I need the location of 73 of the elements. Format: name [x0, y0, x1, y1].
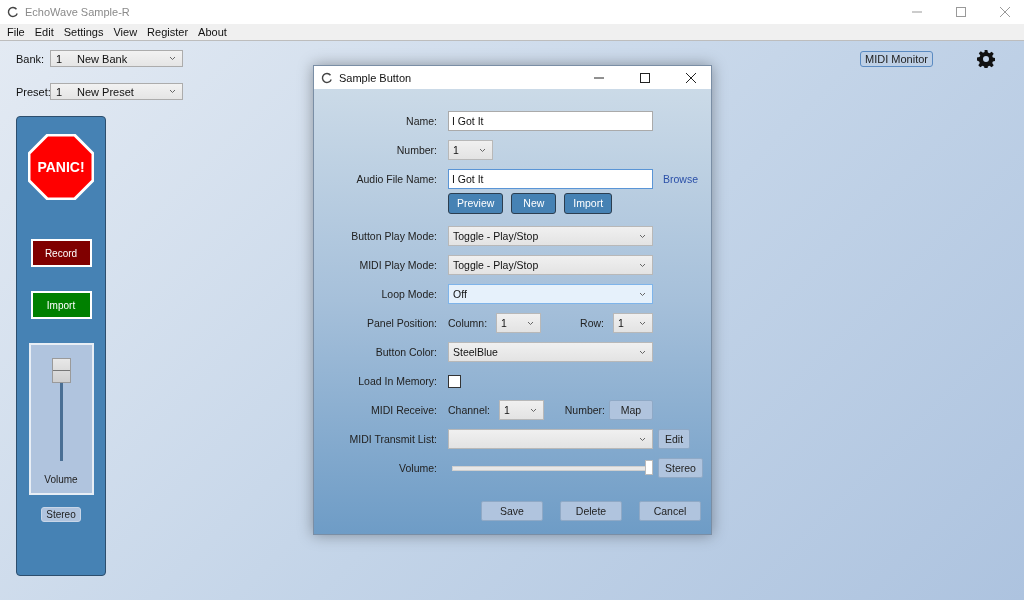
edit-button[interactable]: Edit: [658, 429, 691, 449]
panic-button[interactable]: PANIC!: [28, 134, 94, 200]
field-label: Volume:: [398, 462, 437, 474]
action-button[interactable]: Import: [564, 192, 613, 214]
map-button[interactable]: Map: [609, 400, 653, 420]
field-label: Button Play Mode:: [350, 230, 437, 242]
menu-item[interactable]: Register: [142, 26, 194, 38]
chevron-down-icon: [479, 147, 486, 153]
menu-item[interactable]: Settings: [58, 26, 109, 38]
field-label: MIDI Transmit List:: [348, 433, 437, 445]
action-button[interactable]: Preview: [448, 192, 504, 214]
dropdown[interactable]: 1 New Bank: [50, 50, 183, 67]
menu-item[interactable]: View: [108, 26, 143, 38]
field-label: Name:: [405, 115, 437, 127]
chevron-down-icon: [639, 320, 646, 326]
field-label: Button Color:: [374, 346, 437, 358]
midi-monitor-button[interactable]: MIDI Monitor: [860, 51, 933, 67]
stereo-button[interactable]: Stereo: [658, 458, 703, 478]
window-title: EchoWave Sample-R: [25, 6, 131, 18]
volume-slider[interactable]: [51, 358, 71, 461]
dropdown[interactable]: Toggle - Play/Stop: [448, 226, 653, 246]
chevron-down-icon: [639, 233, 646, 239]
dropdown[interactable]: SteelBlue: [448, 342, 653, 362]
action-button[interactable]: New: [511, 192, 557, 214]
settings-icon[interactable]: [977, 50, 995, 68]
menu-item[interactable]: About: [193, 26, 232, 38]
chevron-down-icon: [639, 436, 646, 442]
field-label: Row:: [580, 317, 604, 329]
field-label: Load In Memory:: [357, 375, 437, 387]
dropdown[interactable]: 1 New Preset: [50, 83, 183, 100]
dropdown[interactable]: 1: [613, 313, 653, 333]
dialog-button[interactable]: Save: [481, 501, 543, 521]
slider-thumb[interactable]: [645, 460, 653, 475]
field-label: Number:: [564, 404, 605, 416]
field-label: MIDI Play Mode:: [358, 259, 437, 271]
field-label: MIDI Receive:: [370, 404, 437, 416]
panel-button[interactable]: Record: [30, 239, 92, 267]
chevron-down-icon: [169, 89, 176, 94]
maximize-icon[interactable]: [640, 72, 650, 83]
slider-label: Volume: [44, 474, 78, 485]
menu-item[interactable]: Edit: [29, 26, 59, 38]
chevron-down-icon: [169, 56, 176, 61]
text-field[interactable]: I Got It: [448, 111, 653, 131]
field-label: Audio File Name:: [355, 173, 437, 185]
dialog-title: Sample Button: [339, 71, 413, 84]
dialog-button[interactable]: Delete: [560, 501, 622, 521]
stereo-button[interactable]: Stereo: [41, 507, 81, 522]
field-label: Column:: [448, 317, 488, 329]
field-label: Loop Mode:: [380, 288, 437, 300]
slider-thumb[interactable]: [51, 358, 71, 383]
dropdown[interactable]: 1: [499, 400, 545, 420]
dropdown[interactable]: 1: [448, 140, 493, 160]
dropdown[interactable]: [448, 429, 653, 449]
field-label: Number:: [395, 144, 437, 156]
text-field[interactable]: I Got It: [448, 169, 653, 189]
dropdown[interactable]: 1: [496, 313, 542, 333]
field-label: Bank:: [16, 52, 46, 65]
checkbox[interactable]: [448, 374, 461, 388]
chevron-down-icon: [639, 262, 646, 268]
dropdown[interactable]: Toggle - Play/Stop: [448, 255, 653, 275]
dropdown[interactable]: Off: [448, 284, 653, 304]
field-label: Channel:: [448, 404, 491, 416]
chevron-down-icon: [639, 291, 646, 297]
panel-button[interactable]: Import: [30, 291, 92, 319]
field-label: Panel Position:: [365, 317, 437, 329]
chevron-down-icon: [639, 349, 646, 355]
browse-link[interactable]: Browse: [663, 173, 698, 185]
chevron-down-icon: [527, 320, 535, 326]
close-icon[interactable]: [686, 72, 696, 83]
dialog-button[interactable]: Cancel: [639, 501, 701, 521]
menu-item[interactable]: File: [2, 26, 30, 38]
chevron-down-icon: [530, 407, 538, 413]
field-label: Preset:: [16, 85, 50, 98]
